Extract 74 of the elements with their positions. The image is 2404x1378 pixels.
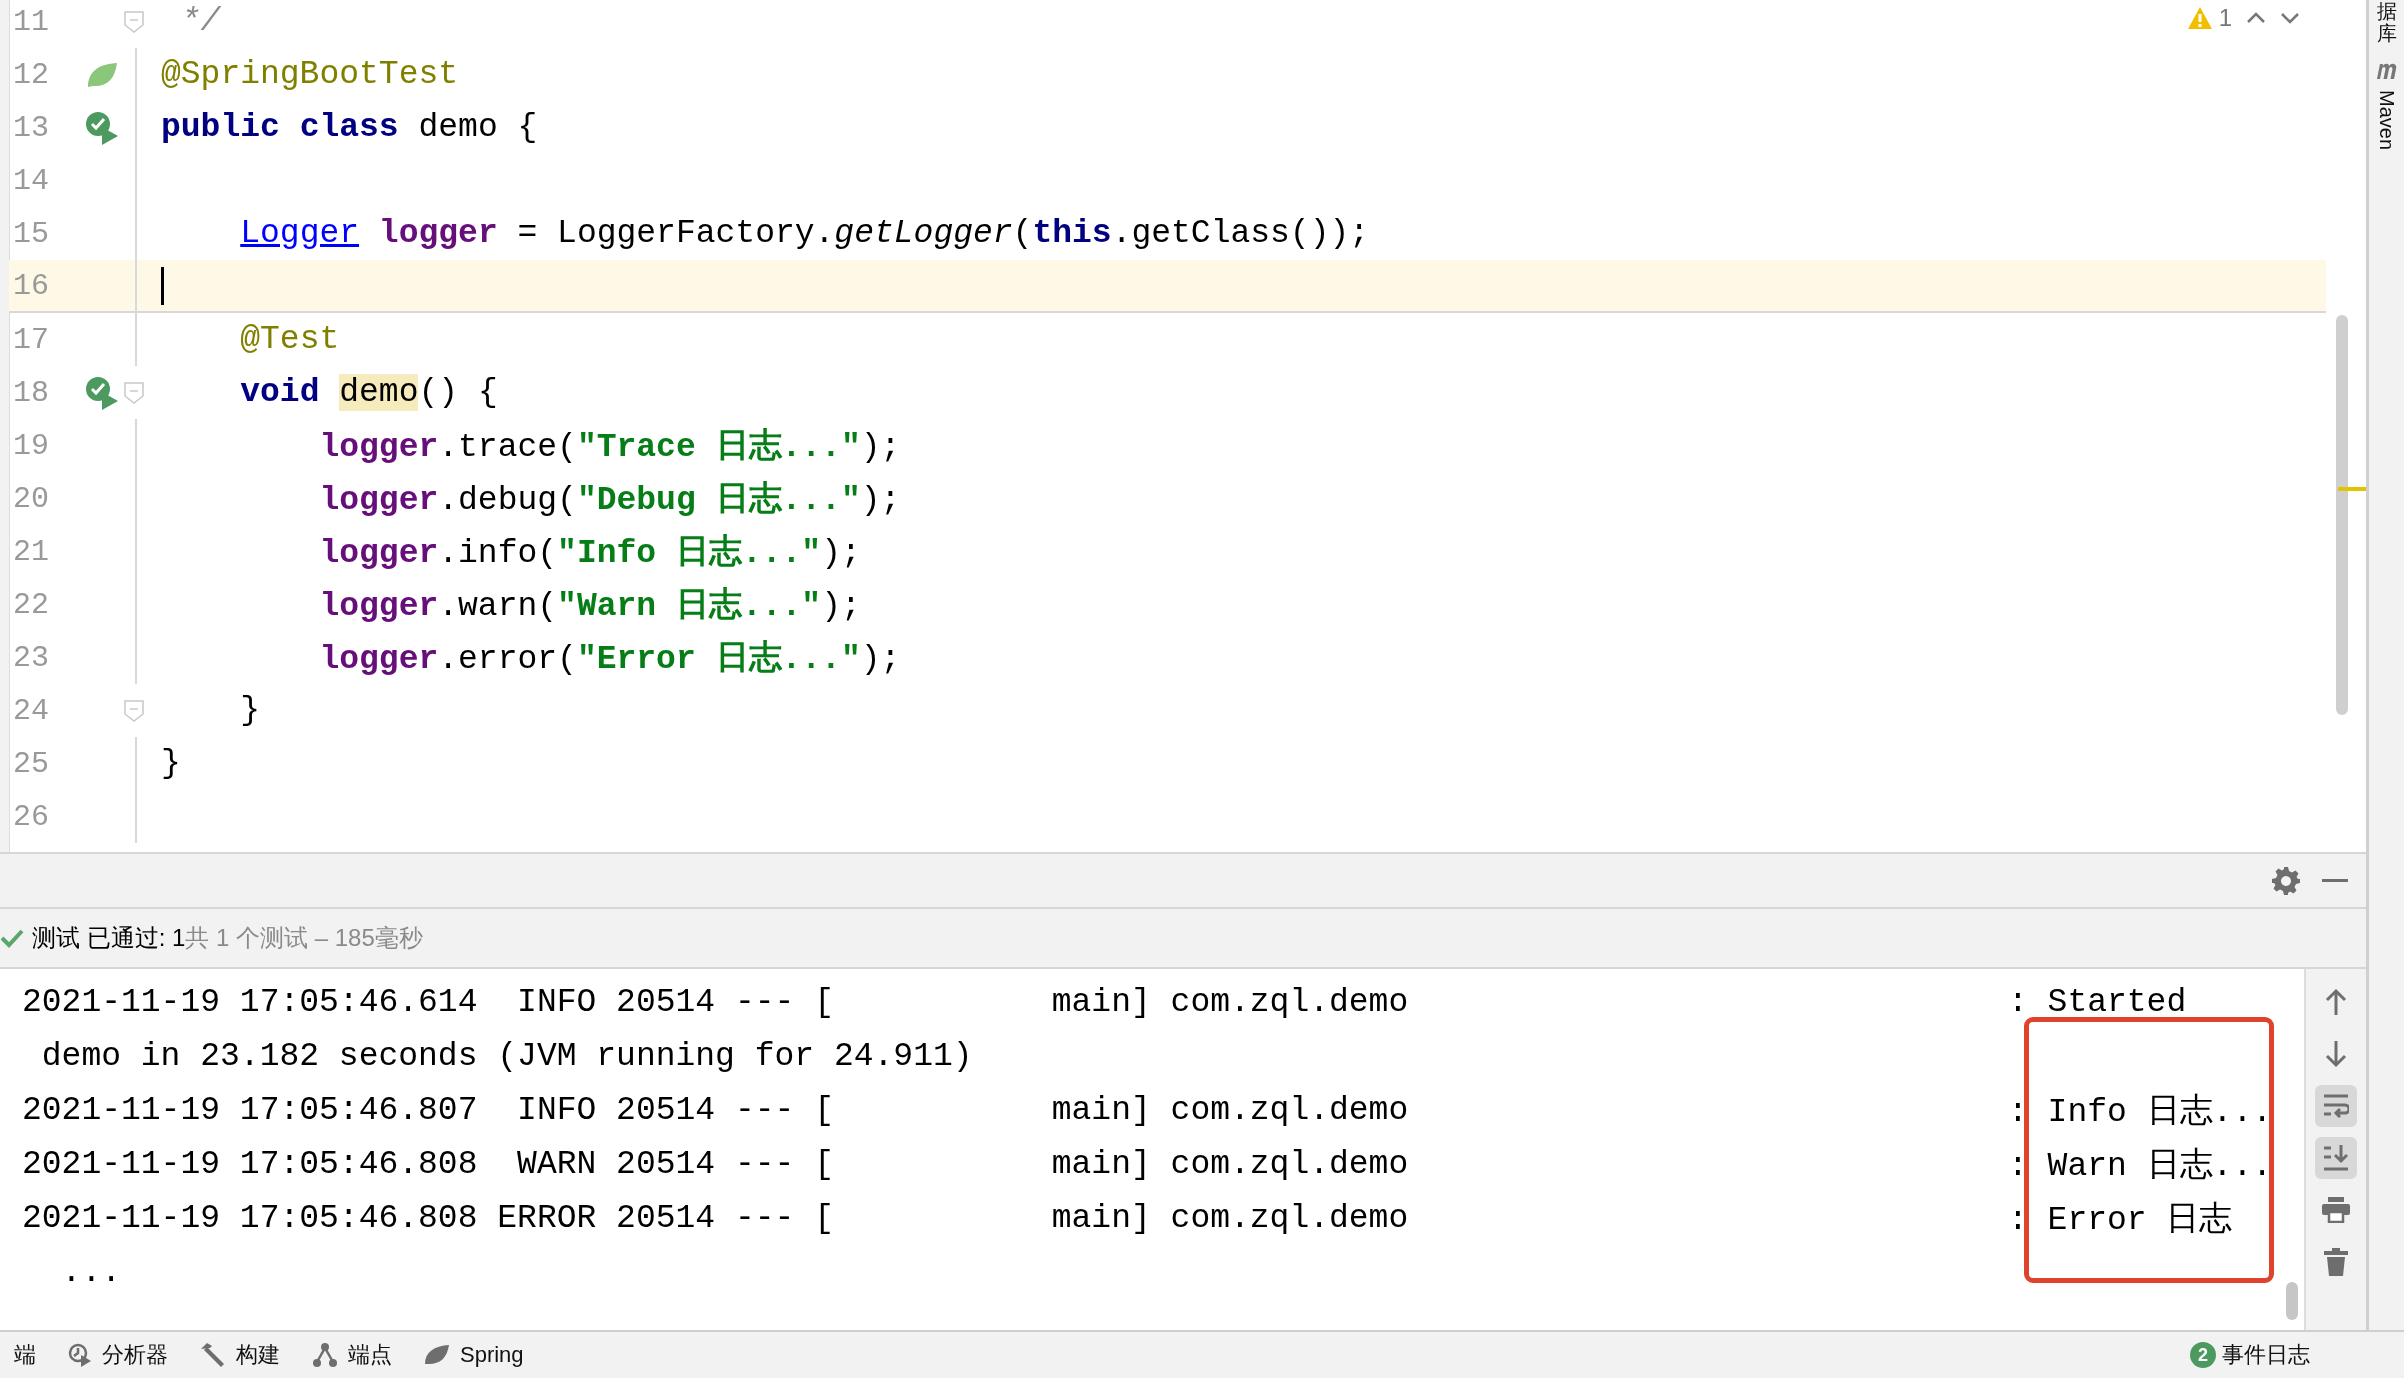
scrollbar-thumb[interactable]	[2286, 1282, 2298, 1320]
text-caret	[161, 266, 164, 305]
line-number: 24	[12, 693, 50, 728]
line-number: 15	[12, 216, 50, 251]
line-number: 16	[12, 268, 50, 303]
clock-play-icon	[68, 1343, 92, 1367]
soft-wrap-icon[interactable]	[2323, 1094, 2349, 1118]
line-number: 17	[12, 322, 50, 357]
line-number: 14	[12, 163, 50, 198]
chevron-down-icon[interactable]	[2280, 12, 2300, 24]
line-number: 22	[12, 587, 50, 622]
code-line: logger.warn("Warn 日志...");	[318, 586, 861, 627]
log-message: : Error 日志	[2008, 1200, 2234, 1241]
code-line: void demo() {	[239, 374, 498, 411]
line-number: 13	[12, 110, 50, 145]
test-summary: 共 1 个测试 – 185毫秒	[185, 923, 423, 953]
line-number: 26	[12, 799, 50, 834]
leaf-icon	[85, 60, 119, 89]
code-line: logger.info("Info 日志...");	[318, 533, 861, 574]
toolbar-button[interactable]	[2315, 1137, 2357, 1179]
minimize-icon[interactable]	[2322, 878, 2348, 883]
console-line: 2021-11-19 17:05:46.807 INFO 20514 --- [ main] com.zql.demo	[22, 1091, 1410, 1129]
hammer-icon	[200, 1343, 226, 1367]
console-line: demo in 23.182 seconds (JVM running for 24.911)	[40, 1037, 974, 1075]
code-line: }	[239, 692, 261, 729]
tool-window-tab[interactable]: Spring	[410, 1332, 542, 1378]
console-line: 2021-11-19 17:05:46.614 INFO 20514 --- [ main] com.zql.demo	[22, 983, 1410, 1021]
scrollbar-thumb[interactable]	[2336, 315, 2348, 715]
line-number: 12	[12, 57, 50, 92]
tool-window-tab[interactable]: Maven	[2375, 90, 2398, 151]
tests-passed-label: 测试 已通过: 1	[32, 923, 186, 953]
line-number: 25	[12, 746, 50, 781]
nodes-icon	[312, 1343, 338, 1367]
arrow-down-icon[interactable]	[2324, 1040, 2348, 1068]
line-number: 20	[12, 481, 50, 516]
log-message: : Started	[2008, 983, 2188, 1021]
scroll-to-end-icon[interactable]	[2323, 1145, 2349, 1171]
printer-icon[interactable]	[2322, 1197, 2350, 1223]
count-badge: 2	[2190, 1342, 2216, 1368]
console-line: ...	[60, 1253, 123, 1291]
code-line: logger.error("Error 日志...");	[318, 639, 901, 680]
line-number: 21	[12, 534, 50, 569]
tool-window-tab[interactable]: 分析器	[54, 1332, 186, 1378]
line-number: 19	[12, 428, 50, 463]
code-line: logger.debug("Debug 日志...");	[318, 480, 901, 521]
log-message: : Info 日志...	[2008, 1092, 2274, 1133]
code-line: @SpringBootTest	[161, 56, 459, 93]
code-line: }	[161, 745, 181, 782]
tool-window-tab[interactable]: 端	[0, 1332, 54, 1378]
warning-marker	[2338, 487, 2366, 491]
line-number: 23	[12, 640, 50, 675]
toolbar-button[interactable]	[2315, 1085, 2357, 1127]
tool-window-tab[interactable]: 据库	[2376, 0, 2397, 44]
trash-icon[interactable]	[2324, 1248, 2348, 1276]
code-line: logger.trace("Trace 日志...");	[318, 427, 901, 468]
warning-icon	[2186, 6, 2213, 30]
line-number: 11	[12, 4, 50, 39]
warning-count: 1	[2218, 4, 2232, 32]
log-message: : Warn 日志...	[2008, 1146, 2274, 1187]
chevron-up-icon[interactable]	[2246, 12, 2266, 24]
console-line: 2021-11-19 17:05:46.808 WARN 20514 --- [ main] com.zql.demo	[22, 1145, 1410, 1183]
code-line: */	[179, 3, 221, 40]
check-icon	[0, 928, 24, 948]
arrow-up-icon[interactable]	[2324, 988, 2348, 1016]
settings-icon[interactable]	[2272, 866, 2300, 895]
line-number: 18	[12, 375, 50, 410]
tool-window-tab[interactable]: 端点	[298, 1332, 410, 1378]
code-line: Logger logger = LoggerFactory.getLogger(this.getClass());	[239, 215, 1370, 252]
event-log-tab[interactable]: 2 事件日志	[2176, 1332, 2328, 1378]
console-line: 2021-11-19 17:05:46.808 ERROR 20514 --- [ main] com.zql.demo	[22, 1199, 1410, 1237]
code-line: public class demo {	[161, 109, 538, 146]
leaf-icon	[424, 1344, 450, 1366]
tool-window-tab[interactable]: 构建	[186, 1332, 298, 1378]
code-line: @Test	[239, 321, 340, 358]
